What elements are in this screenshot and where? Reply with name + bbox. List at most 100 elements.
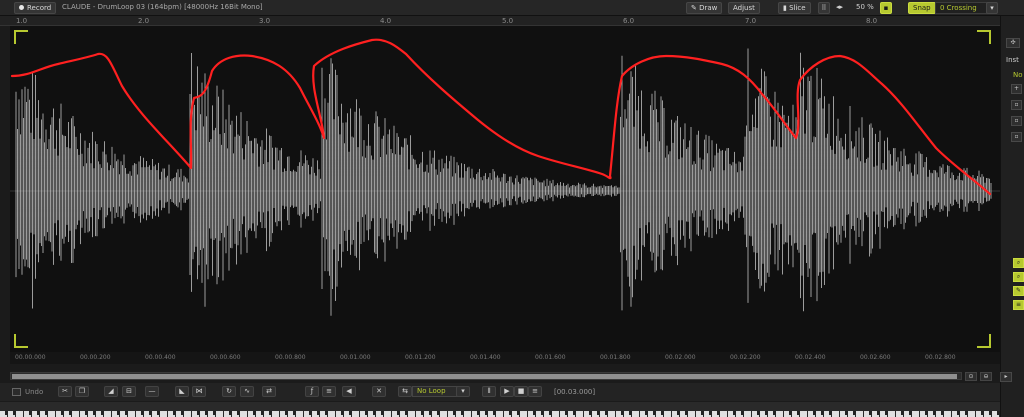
piano-white-key[interactable] [72,411,79,417]
piano-keyboard[interactable] [0,402,1000,417]
piano-white-key[interactable] [720,411,727,417]
zoom-out-icon[interactable]: ⊖ [980,372,992,381]
piano-white-key[interactable] [576,411,583,417]
piano-white-key[interactable] [632,411,639,417]
trim-icon[interactable]: ⊟ [122,386,136,397]
piano-white-key[interactable] [912,411,919,417]
chevron-down-icon[interactable]: ▾ [986,2,998,14]
chevron-down-icon[interactable]: ▾ [456,386,470,397]
copy-icon[interactable]: ❐ [75,386,89,397]
zoom-value[interactable]: 50 % [856,3,874,11]
waveform-path [15,48,992,316]
snap-toggle-icon[interactable]: ▪ [880,2,892,14]
piano-white-key[interactable] [968,411,975,417]
piano-white-key[interactable] [272,411,279,417]
grid-icon[interactable]: ⠿ [818,2,830,14]
selection-corner-tr [977,30,991,44]
piano-white-key[interactable] [16,411,23,417]
piano-white-key[interactable] [888,411,895,417]
ruler-tick: 6.0 [623,17,635,25]
panel-toggle-icon[interactable]: ▸ [1000,372,1012,382]
piano-white-key[interactable] [464,411,471,417]
snap-button[interactable]: Snap [908,2,936,14]
time-tick: 00.02.600 [860,354,891,361]
zoom-fit-icon[interactable]: ⊙ [965,372,977,381]
menu-icon[interactable]: ≡ [528,386,542,397]
list-icon[interactable]: ≡ [322,386,336,397]
piano-white-key[interactable] [944,411,951,417]
piano-white-key[interactable] [184,411,191,417]
search-icon[interactable]: ⌕ [1013,258,1024,268]
search-icon[interactable]: ⌕ [1013,272,1024,282]
record-button[interactable]: Record [14,2,57,14]
cut-icon[interactable]: ✂ [58,386,72,397]
square-icon[interactable]: ▫ [1011,132,1022,142]
piano-white-key[interactable] [440,411,447,417]
piano-white-key[interactable] [552,411,559,417]
piano-white-key[interactable] [160,411,167,417]
reverse-icon[interactable]: ⇄ [262,386,276,397]
beat-ruler[interactable]: 1.0 2.0 3.0 4.0 5.0 6.0 7.0 8.0 [0,16,1000,26]
horizontal-scrollbar[interactable] [10,372,962,380]
fade-in-icon[interactable]: ◢ [104,386,118,397]
instrument-value[interactable]: No [1013,71,1023,79]
list-icon[interactable]: ≡ [1013,300,1024,310]
ruler-tick: 4.0 [380,17,392,25]
piano-keys[interactable] [0,402,1000,417]
normalize-icon[interactable]: ∿ [240,386,254,397]
piano-white-key[interactable] [352,411,359,417]
draw-button[interactable]: ✎ Draw [686,2,723,14]
piano-white-key[interactable] [744,411,751,417]
piano-white-key[interactable] [240,411,247,417]
loop-icon[interactable]: ↻ [222,386,236,397]
crossfade-icon[interactable]: ⋈ [192,386,206,397]
snap-label: Snap [913,4,931,12]
piano-white-key[interactable] [856,411,863,417]
piano-white-key[interactable] [776,411,783,417]
settings-icon[interactable]: ✣ [1006,38,1020,48]
piano-white-key[interactable] [408,411,415,417]
snap-mode-value: 0 Crossing [940,4,977,12]
ruler-tick: 1.0 [16,17,28,25]
loop-mode-icon[interactable]: ⇆ [398,386,412,397]
adjust-button[interactable]: Adjust [728,2,760,14]
piano-white-key[interactable] [832,411,839,417]
piano-white-key[interactable] [688,411,695,417]
waveform-editor[interactable] [10,26,1000,352]
square-icon[interactable]: ▫ [1011,100,1022,110]
scrollbar-thumb[interactable] [12,374,957,379]
piano-white-key[interactable] [48,411,55,417]
time-tick: 00.01.000 [340,354,371,361]
time-ruler[interactable]: 00.00.000 00.00.200 00.00.400 00.00.600 … [10,352,1000,364]
draw-label: Draw [699,4,718,12]
close-icon[interactable]: ✕ [372,386,386,397]
piano-white-key[interactable] [664,411,671,417]
piano-white-key[interactable] [520,411,527,417]
play-back-icon[interactable]: ◀ [342,386,356,397]
piano-white-key[interactable] [104,411,111,417]
piano-white-key[interactable] [800,411,807,417]
undo-checkbox[interactable] [12,388,21,396]
piano-white-key[interactable] [128,411,135,417]
square-icon[interactable]: ▫ [1011,116,1022,126]
stop-icon[interactable]: ■ [514,386,528,397]
add-icon[interactable]: + [1011,84,1022,94]
piano-white-key[interactable] [384,411,391,417]
fade-out-icon[interactable]: ◣ [175,386,189,397]
zoom-arrows-icon[interactable]: ◂▸ [836,3,843,11]
piano-white-key[interactable] [328,411,335,417]
time-tick: 00.02.400 [795,354,826,361]
piano-white-key[interactable] [608,411,615,417]
tfx-icon[interactable]: ƒ [305,386,319,397]
play-icon[interactable]: ▶ [500,386,514,397]
waveform-samples [15,48,992,316]
time-tick: 00.01.600 [535,354,566,361]
edit-icon[interactable]: ✎ [1013,286,1024,296]
piano-white-key[interactable] [216,411,223,417]
piano-white-key[interactable] [296,411,303,417]
slice-button[interactable]: ▮ Slice [778,2,811,14]
waveform-canvas[interactable] [10,26,1000,352]
piano-white-key[interactable] [496,411,503,417]
silence-icon[interactable]: — [145,386,159,397]
bars-icon[interactable]: ⦀ [482,386,496,397]
